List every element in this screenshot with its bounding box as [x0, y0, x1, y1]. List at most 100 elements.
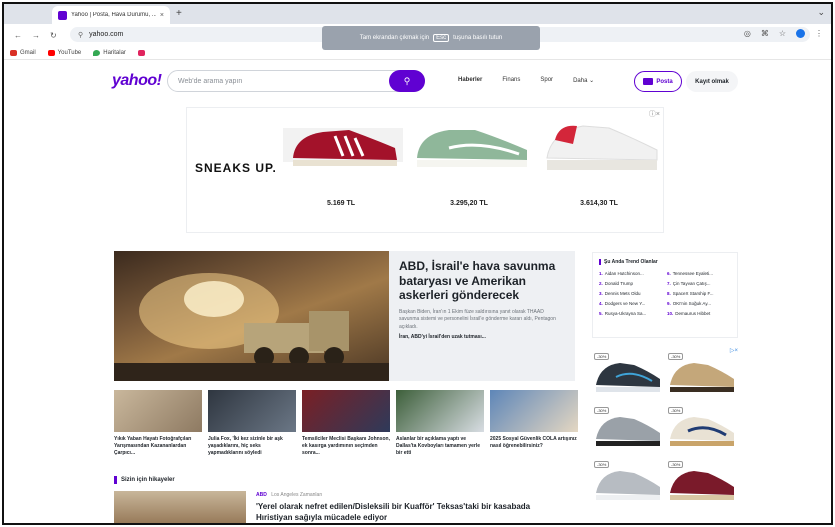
red-sneaker-image[interactable]: [279, 114, 407, 174]
trending-item[interactable]: 1. Aidan Hutchinson...: [599, 271, 663, 276]
trending-list: 1. Aidan Hutchinson... 6. Tennessee Eyaleti…: [599, 271, 731, 316]
hero-image[interactable]: [114, 251, 389, 381]
tab-strip: Yahoo | Posta, Hava Durumu, ... × + ⌄: [4, 4, 831, 24]
ad-shoe[interactable]: -30%: [666, 459, 736, 505]
search-box[interactable]: Web'de arama yapın 🎙 ⚲: [167, 70, 425, 92]
nav-news[interactable]: Haberler: [458, 77, 482, 84]
nav-finance[interactable]: Finans: [502, 77, 520, 84]
translate-icon[interactable]: ⌘: [761, 29, 769, 38]
trending-label: Demaurus Hibbet: [675, 311, 711, 316]
browser-window: Yahoo | Posta, Hava Durumu, ... × + ⌄ ← …: [2, 2, 833, 525]
address-url: yahoo.com: [89, 31, 124, 38]
trending-item[interactable]: 7. Çin Tayvan Çatış...: [667, 281, 731, 286]
trending-rank: 5.: [599, 311, 603, 316]
menu-icon[interactable]: ⋮: [815, 29, 823, 38]
story-card[interactable]: Temsilciler Meclisi Başkanı Johnson, ek …: [302, 390, 390, 457]
signup-button[interactable]: Kayıt olmak: [686, 71, 738, 92]
star-icon[interactable]: ☆: [779, 29, 786, 38]
bookmark-gmail[interactable]: Gmail: [10, 49, 36, 56]
story-card[interactable]: Aslanlar bir açıklama yaptı ve Dallas'ta…: [396, 390, 484, 457]
bookmark-maps[interactable]: Haritalar: [93, 49, 126, 56]
yahoo-favicon-icon: [58, 10, 67, 20]
site-info-icon[interactable]: ⚲: [78, 31, 83, 39]
bookmark-icon: [137, 49, 145, 56]
lens-icon[interactable]: ◎: [744, 29, 751, 38]
story-caption: Yıkık Yaban Hayatı Fotoğrafçıları Yarışm…: [114, 436, 192, 456]
ad-shoe[interactable]: -30%: [666, 351, 736, 397]
nav-sports[interactable]: Spor: [540, 77, 553, 84]
trending-rank: 10.: [667, 311, 674, 316]
trending-item[interactable]: 5. Rusya-Ukrayna Sa...: [599, 311, 663, 316]
side-ad[interactable]: ▷× -30% -30% -30% -30% -30% -30%: [592, 347, 738, 505]
trending-label: Tennessee Eyaleti...: [672, 271, 714, 276]
ad-banner[interactable]: ⓘ× SNEAKS UP. 5.169 TL 3.295,20 TL 3.614…: [186, 107, 664, 233]
new-tab-button[interactable]: +: [176, 8, 182, 19]
hero-story[interactable]: ABD, İsrail'e hava savunma bataryası ve …: [389, 251, 575, 381]
story-category[interactable]: ABD: [256, 492, 267, 498]
story-publisher: Los Angeles Zamanları: [271, 492, 323, 498]
trending-rank: 6.: [667, 271, 671, 276]
trending-label: Donald Trump: [604, 281, 634, 286]
ad-shoe[interactable]: -30%: [666, 405, 736, 451]
accent-bar: [114, 476, 117, 484]
trending-item[interactable]: 6. Tennessee Eyaleti...: [667, 271, 731, 276]
profile-avatar[interactable]: [796, 29, 805, 38]
ad-shoe[interactable]: -30%: [592, 459, 662, 505]
trending-rank: 3.: [599, 291, 603, 296]
search-input[interactable]: Web'de arama yapın: [178, 78, 406, 85]
story-card[interactable]: Julia Fox, 'İki kez sizinle bir aşk yaşa…: [208, 390, 296, 457]
price-label: 3.614,30 TL: [580, 200, 618, 207]
trending-rank: 2.: [599, 281, 603, 286]
fullscreen-toast: Tam ekrandan çıkmak için Esc tuşuna bası…: [322, 26, 540, 50]
ad-shoe[interactable]: -30%: [592, 351, 662, 397]
white-sneaker-image[interactable]: [539, 114, 663, 176]
gmail-icon: [10, 49, 17, 56]
trending-item[interactable]: 10. Demaurus Hibbet: [667, 311, 731, 316]
story-thumbnail: [114, 390, 202, 432]
hero-related-link[interactable]: İran, ABD'yi İsrail'den uzak tutması...: [399, 334, 565, 340]
discount-badge: -30%: [668, 353, 684, 360]
bookmark-youtube[interactable]: YouTube: [47, 49, 81, 56]
story-thumbnail: [208, 390, 296, 432]
trending-item[interactable]: 8. SpaceX Starship F...: [667, 291, 731, 296]
discount-badge: -30%: [668, 461, 684, 468]
trending-rank: 4.: [599, 301, 603, 306]
green-sneaker-image[interactable]: [409, 114, 533, 174]
for-you-source: ABD Los Angeles Zamanları: [256, 492, 322, 498]
story-caption: Temsilciler Meclisi Başkanı Johnson, ek …: [302, 436, 390, 456]
ad-shoe[interactable]: -30%: [592, 405, 662, 451]
trending-item[interactable]: 4. Dodgers ve New Y...: [599, 301, 663, 306]
story-card[interactable]: 2025 Sosyal Güvenlik COLA artışınız nası…: [490, 390, 578, 457]
for-you-thumbnail[interactable]: [114, 491, 246, 523]
close-tab-icon[interactable]: ×: [160, 12, 164, 19]
trending-item[interactable]: 3. Dennis Mets Oldu: [599, 291, 663, 296]
story-caption: Julia Fox, 'İki kez sizinle bir aşk yaşa…: [208, 436, 283, 456]
trending-panel: Şu Anda Trend Olanlar 1. Aidan Hutchinson…: [592, 252, 738, 338]
for-you-title[interactable]: 'Yerel olarak nefret edilen/Disleksili b…: [256, 501, 546, 523]
bookmark-extra[interactable]: [137, 49, 145, 56]
hero-title[interactable]: ABD, İsrail'e hava savunma bataryası ve …: [399, 259, 565, 303]
story-row: Yıkık Yaban Hayatı Fotoğrafçıları Yarışm…: [114, 390, 578, 457]
search-button[interactable]: ⚲: [389, 70, 425, 92]
story-caption: 2025 Sosyal Güvenlik COLA artışınız nası…: [490, 436, 577, 449]
trending-label: Dennis Mets Oldu: [604, 291, 641, 296]
youtube-icon: [47, 49, 55, 56]
reload-icon[interactable]: ↻: [50, 31, 57, 40]
story-caption: Aslanlar bir açıklama yaptı ve Dallas'ta…: [396, 436, 481, 456]
maps-icon: [93, 49, 101, 56]
back-icon[interactable]: ←: [14, 31, 22, 40]
tab-search-icon[interactable]: ⌄: [817, 7, 825, 18]
trending-item[interactable]: 9. OKI'nin Soğuk Ay...: [667, 301, 731, 306]
bookmark-label: Gmail: [20, 49, 36, 56]
trending-item[interactable]: 2. Donald Trump: [599, 281, 663, 286]
mail-button[interactable]: Posta: [634, 71, 682, 92]
nav-more[interactable]: Daha ⌄: [573, 77, 594, 84]
yahoo-logo[interactable]: yahoo!: [112, 72, 162, 90]
forward-icon[interactable]: →: [32, 31, 40, 40]
story-thumbnail: [302, 390, 390, 432]
price-label: 3.295,20 TL: [450, 200, 488, 207]
browser-tab[interactable]: Yahoo | Posta, Hava Durumu, ... ×: [52, 6, 170, 24]
story-card[interactable]: Yıkık Yaban Hayatı Fotoğrafçıları Yarışm…: [114, 390, 202, 457]
hero-description: Başkan Biden, İran'ın 1 Ekim füze saldır…: [399, 308, 556, 330]
mail-icon: [643, 78, 654, 85]
